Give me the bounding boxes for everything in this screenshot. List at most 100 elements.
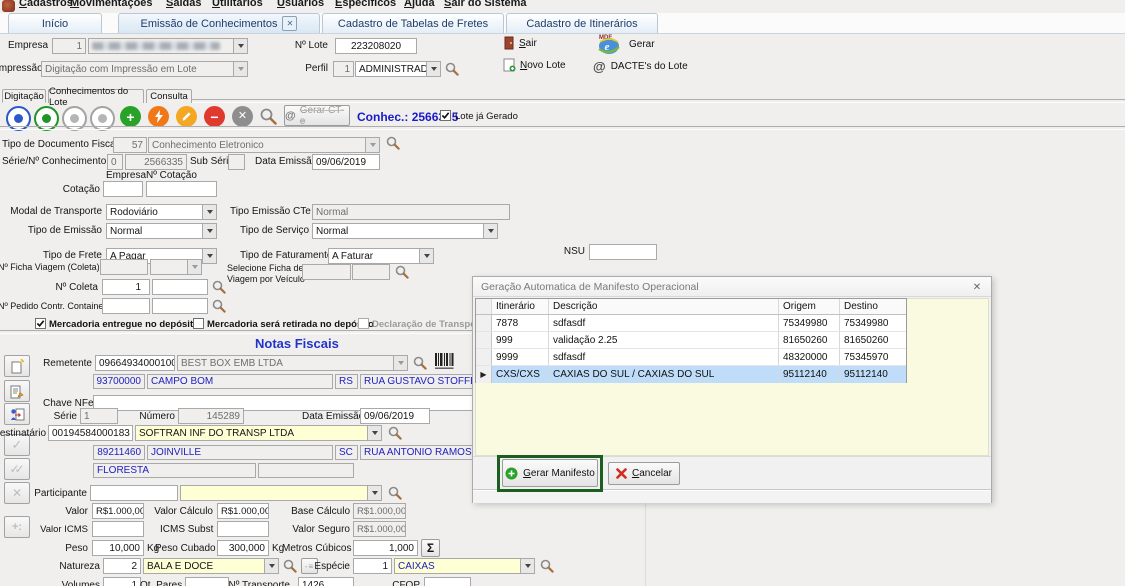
remetente-nome-combo[interactable]: BEST BOX EMB LTDA	[177, 355, 408, 371]
valor-field[interactable]: R$1.000,00	[92, 503, 144, 519]
perfil-search-icon[interactable]	[445, 62, 459, 76]
remetente-cnpj-field[interactable]: 09664934000100	[95, 355, 175, 371]
nf-numero-field[interactable]: 145289	[178, 408, 244, 424]
tipo-servico-combo[interactable]: Normal	[312, 223, 498, 239]
sum-cubagem-button[interactable]: Σ	[421, 539, 440, 557]
sair-button[interactable]: Sair	[503, 36, 537, 50]
col-header-itinerario[interactable]: Itinerário	[492, 299, 549, 314]
data-emissao-field[interactable]: 09/06/2019	[312, 154, 380, 170]
conhec-num-field[interactable]: 2566335	[125, 154, 187, 170]
tipo-emissao-cte-field[interactable]: Normal	[312, 204, 510, 220]
gerar-mdfe-button[interactable]: MDF e Gerar	[595, 32, 655, 56]
grid-row-selected[interactable]: ▶ CXS/CXS CAXIAS DO SUL / CAXIAS DO SUL …	[476, 366, 906, 383]
valor-calculo-field[interactable]: R$1.000,00	[217, 503, 269, 519]
ficha-viagem-combo[interactable]	[150, 259, 202, 275]
empresa-code-field[interactable]: 1	[52, 38, 86, 54]
ficha-viagem-field-1[interactable]	[100, 259, 148, 275]
icms-subst-field[interactable]	[217, 521, 269, 537]
dialog-close-icon[interactable]: ✕	[970, 280, 984, 294]
destinatario-nome-combo[interactable]: SOFTRAN INF DO TRANSP LTDA	[135, 425, 382, 441]
qt-pares-field[interactable]	[185, 577, 229, 586]
menu-item-sair-sistema[interactable]: Sair do Sistema	[444, 0, 527, 9]
num-pedido-search-icon[interactable]	[212, 299, 226, 313]
dropdown-arrow-icon[interactable]	[202, 249, 216, 263]
participante-field[interactable]	[90, 485, 178, 501]
subtab-conhecimentos-lote[interactable]: Conhecimentos do Lote	[48, 89, 144, 103]
lote-field[interactable]: 223208020	[335, 38, 417, 54]
dropdown-arrow-icon[interactable]	[367, 486, 381, 500]
cotacao-num-field[interactable]	[146, 181, 217, 197]
subtab-consulta[interactable]: Consulta	[146, 89, 192, 103]
nsu-field[interactable]	[589, 244, 657, 260]
modal-combo[interactable]: Rodoviário	[106, 204, 217, 220]
dropdown-arrow-icon[interactable]	[187, 260, 201, 274]
tipo-emissao-combo[interactable]: Normal	[106, 223, 217, 239]
dropdown-arrow-icon[interactable]	[202, 205, 216, 219]
peso-field[interactable]: 10,000	[92, 540, 144, 556]
dropdown-arrow-icon[interactable]	[365, 138, 379, 152]
peso-cubado-field[interactable]: 300,000	[217, 540, 269, 556]
edit-record-button[interactable]	[176, 106, 197, 127]
dropdown-arrow-icon[interactable]	[202, 224, 216, 238]
destinatario-cnpj-field[interactable]: 00194584000183	[48, 425, 133, 441]
novo-lote-button[interactable]: Novo Lote	[503, 58, 566, 72]
volumes-field[interactable]: 1	[103, 577, 141, 586]
especie-search-icon[interactable]	[540, 559, 554, 573]
subtab-digitacao[interactable]: Digitação	[2, 89, 46, 103]
tab-emissao-conhecimentos[interactable]: Emissão de Conhecimentos ✕	[118, 13, 320, 33]
dropdown-arrow-icon[interactable]	[419, 249, 433, 263]
metros-cubicos-field[interactable]: 1,000	[353, 540, 418, 556]
num-coleta-search-icon[interactable]	[212, 280, 226, 294]
cancelar-button[interactable]: Cancelar	[608, 462, 680, 485]
especie-code-field[interactable]: 1	[353, 558, 392, 574]
cotacao-empresa-field[interactable]	[103, 181, 143, 197]
num-coleta-field-2[interactable]	[152, 279, 208, 295]
dropdown-arrow-icon[interactable]	[426, 62, 440, 76]
tipo-faturamento-combo[interactable]: A Faturar	[328, 248, 434, 264]
tipo-doc-code-field[interactable]: 57	[113, 137, 147, 153]
cfop-field[interactable]: .	[424, 577, 471, 586]
num-pedido-field-2[interactable]	[152, 298, 208, 314]
base-calculo-field[interactable]: R$1.000,00	[353, 503, 406, 519]
sub-serie-field[interactable]	[228, 154, 245, 170]
tab-cadastro-tabelas-fretes[interactable]: Cadastro de Tabelas de Fretes	[322, 13, 504, 33]
col-header-descricao[interactable]: Descrição	[549, 299, 779, 314]
grid-row[interactable]: 999 validação 2.25 81650260 81650260	[476, 332, 906, 349]
gerar-manifesto-button[interactable]: Gerar Manifesto	[502, 459, 598, 487]
menu-item-utilitarios[interactable]: Utilitários	[212, 0, 263, 9]
barcode-icon[interactable]	[433, 352, 456, 371]
mercadoria-retirada-checkbox[interactable]	[193, 318, 204, 329]
menu-item-ajuda[interactable]: Ajuda	[404, 0, 435, 9]
num-pedido-field-1[interactable]	[102, 298, 150, 314]
menu-item-saidas[interactable]: Saídas	[166, 0, 201, 9]
perfil-combo[interactable]: ADMINISTRADOR	[355, 61, 441, 77]
tipo-doc-search-icon[interactable]	[386, 136, 400, 150]
participante-search-icon[interactable]	[388, 486, 402, 500]
perfil-code-field[interactable]: 1	[333, 61, 354, 77]
empresa-name-combo[interactable]	[88, 38, 248, 54]
destinatario-search-icon[interactable]	[388, 426, 402, 440]
dacte-lote-button[interactable]: @ DACTE's do Lote	[593, 60, 688, 73]
impressao-combo[interactable]: Digitação com Impressão em Lote	[41, 61, 248, 77]
mercadoria-entregue-checkbox[interactable]	[35, 318, 46, 329]
col-header-origem[interactable]: Origem	[779, 299, 840, 314]
post-record-button[interactable]	[148, 106, 169, 127]
natureza-combo[interactable]: BALA E DOCE	[143, 558, 279, 574]
nf-data-emissao-field[interactable]: 09/06/2019	[360, 408, 430, 424]
dropdown-arrow-icon[interactable]	[393, 356, 407, 370]
participante-combo[interactable]	[180, 485, 382, 501]
num-transporte-field[interactable]: 1426	[298, 577, 354, 586]
gerar-cte-button[interactable]: @ Gerar CT-e	[284, 105, 350, 126]
col-header-destino[interactable]: Destino	[840, 299, 904, 314]
cancel-record-button[interactable]: ✕	[232, 106, 253, 127]
add-record-button[interactable]: +	[120, 106, 141, 127]
ficha-veiculo-field-1[interactable]	[302, 264, 351, 280]
ficha-veiculo-field-2[interactable]	[352, 264, 390, 280]
search-record-icon[interactable]	[260, 108, 277, 125]
dropdown-arrow-icon[interactable]	[233, 39, 247, 53]
grid-row[interactable]: 9999 sdfasdf 48320000 75345970	[476, 349, 906, 366]
tab-close-icon[interactable]: ✕	[282, 16, 297, 31]
dropdown-arrow-icon[interactable]	[520, 559, 534, 573]
nf-serie-field[interactable]: 1	[80, 408, 118, 424]
num-coleta-field-1[interactable]: 1	[102, 279, 150, 295]
